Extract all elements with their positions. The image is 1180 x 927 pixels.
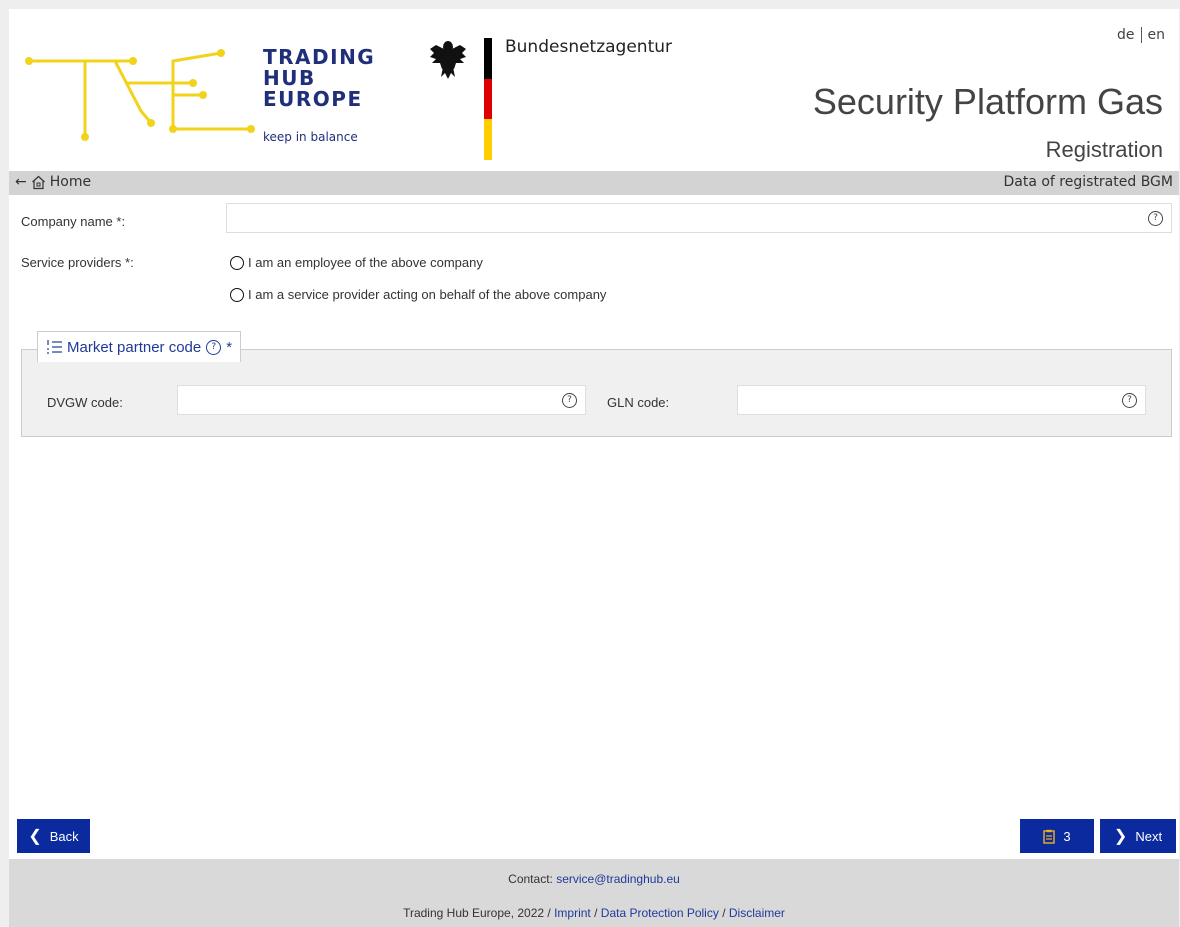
agency-name: Bundesnetzagentur: [505, 37, 673, 57]
gln-code-label: GLN code:: [607, 395, 670, 410]
back-button[interactable]: ❮ Back: [17, 819, 90, 853]
radio-employee-option[interactable]: I am an employee of the above company: [230, 255, 483, 270]
chevron-left-icon: ❮: [28, 828, 42, 845]
brand-wordmark: TRADING HUB EUROPE: [263, 47, 375, 110]
clipboard-count: 3: [1063, 828, 1071, 844]
next-button-label: Next: [1135, 828, 1163, 844]
copyright-text: Trading Hub Europe, 2022 /: [403, 906, 551, 920]
brand-line-1: TRADING: [263, 45, 376, 69]
required-star: *: [226, 338, 233, 356]
contact-prefix: Contact:: [508, 872, 553, 886]
disclaimer-link[interactable]: Disclaimer: [729, 906, 785, 920]
brand-line-3: EUROPE: [263, 87, 363, 111]
market-partner-help-icon[interactable]: ?: [206, 339, 222, 355]
page-frame: TRADING HUB EUROPE keep in balance Bunde…: [9, 9, 1179, 927]
service-providers-label: Service providers *:: [21, 255, 134, 270]
numbered-list-icon: [47, 340, 62, 354]
home-label: Home: [49, 174, 92, 190]
step-title: Data of registrated BGM: [1003, 174, 1173, 190]
gln-code-input[interactable]: [737, 385, 1146, 415]
clipboard-icon: [1043, 829, 1056, 844]
dvgw-help-icon[interactable]: ?: [562, 393, 577, 408]
radio-employee-circle[interactable]: [230, 255, 244, 270]
contact-email-link[interactable]: service@tradinghub.eu: [556, 872, 680, 886]
the-logo-icon: [25, 49, 255, 141]
footer: Contact: service@tradinghub.eu Trading H…: [9, 859, 1179, 927]
footer-separator-1: /: [594, 906, 598, 920]
company-name-label: Company name *:: [21, 214, 126, 229]
radio-employee-label: I am an employee of the above company: [248, 255, 483, 270]
federal-eagle-icon: [430, 41, 466, 79]
breadcrumb-bar: ← Home Data of registrated BGM: [9, 171, 1179, 195]
language-switcher: de en: [1111, 27, 1171, 43]
radio-provider-circle[interactable]: [230, 287, 244, 302]
lang-en-link[interactable]: en: [1140, 27, 1172, 43]
imprint-link[interactable]: Imprint: [554, 906, 591, 920]
brand-tagline: keep in balance: [263, 130, 358, 144]
arrow-left-icon: ←: [15, 174, 27, 190]
home-icon: [31, 175, 45, 189]
footer-legal: Trading Hub Europe, 2022 / Imprint / Dat…: [9, 906, 1179, 920]
back-button-label: Back: [49, 828, 79, 844]
footer-separator-2: /: [722, 906, 726, 920]
home-link[interactable]: ← Home: [15, 174, 91, 190]
company-help-icon[interactable]: ?: [1148, 211, 1163, 226]
german-flag-bar: [484, 38, 492, 160]
next-button[interactable]: ❯ Next: [1100, 819, 1176, 853]
market-partner-legend: Market partner code ? *: [37, 331, 242, 362]
footer-contact: Contact: service@tradinghub.eu: [9, 872, 1179, 886]
page-subtitle: Registration: [1045, 137, 1163, 162]
privacy-policy-link[interactable]: Data Protection Policy: [601, 906, 719, 920]
header: TRADING HUB EUROPE keep in balance Bunde…: [9, 9, 1179, 169]
chevron-right-icon: ❯: [1113, 828, 1128, 845]
clipboard-count-button[interactable]: 3: [1020, 819, 1094, 853]
market-partner-legend-text: Market partner code: [67, 338, 202, 356]
app-title: Security Platform Gas: [812, 81, 1163, 122]
radio-provider-option[interactable]: I am a service provider acting on behalf…: [230, 287, 606, 302]
dvgw-code-label: DVGW code:: [47, 395, 123, 410]
brand-line-2: HUB: [263, 66, 316, 90]
dvgw-code-input[interactable]: [177, 385, 586, 415]
lang-de-link[interactable]: de: [1111, 27, 1141, 43]
gln-help-icon[interactable]: ?: [1122, 393, 1137, 408]
radio-provider-label: I am a service provider acting on behalf…: [248, 287, 607, 302]
company-name-input[interactable]: [226, 203, 1172, 233]
